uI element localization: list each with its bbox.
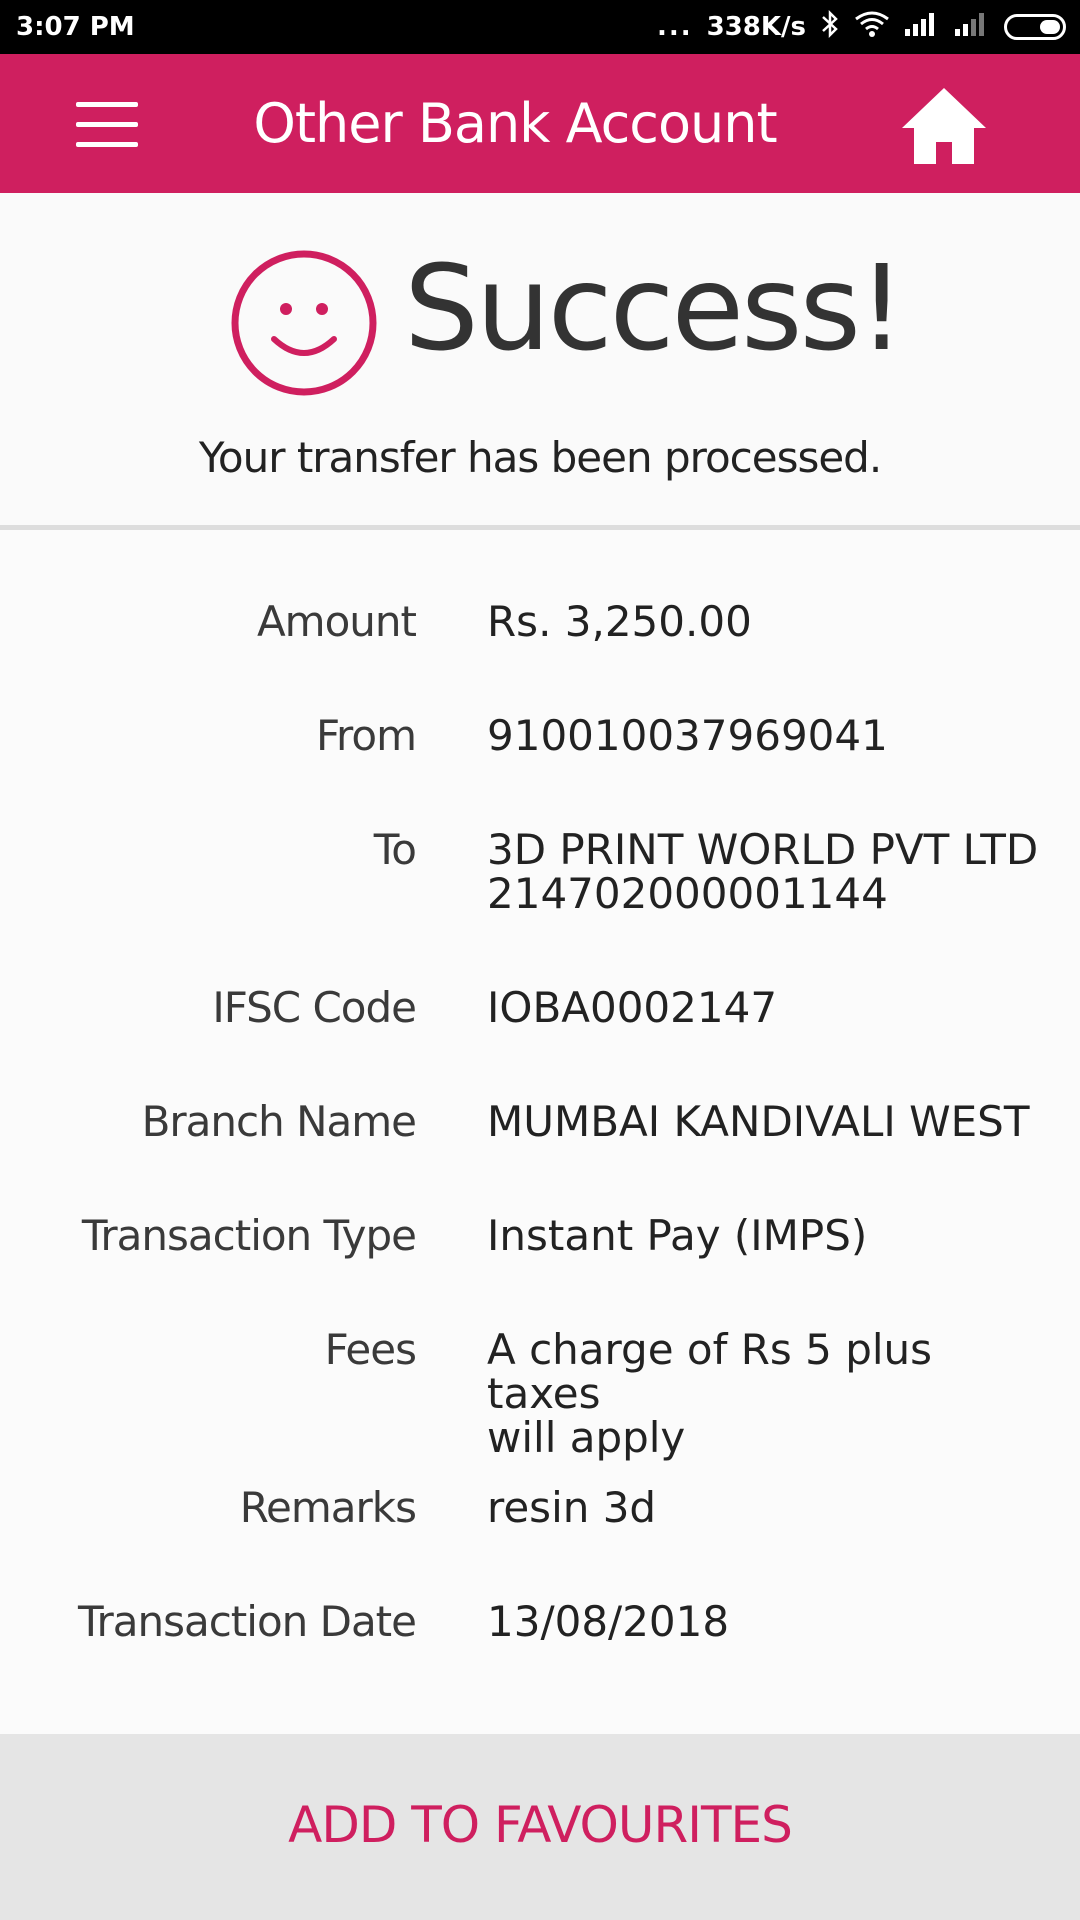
signal-weak-icon (954, 11, 990, 44)
detail-value: 13/08/2018 (487, 1600, 1047, 1644)
wifi-icon (854, 10, 890, 45)
app-header: Other Bank Account (0, 54, 1080, 193)
detail-value-line: Rs. 3,250.00 (487, 597, 752, 646)
detail-label: Fees (324, 1325, 417, 1374)
detail-value: MUMBAI KANDIVALI WEST (487, 1100, 1047, 1144)
hamburger-menu-icon[interactable] (76, 98, 138, 152)
success-message: Your transfer has been processed. (198, 433, 882, 482)
detail-value-line: Instant Pay (IMPS) (487, 1211, 868, 1260)
detail-value-line: 214702000001144 (487, 869, 888, 918)
detail-value: 3D PRINT WORLD PVT LTD 214702000001144 (487, 828, 1047, 916)
page-title: Other Bank Account (253, 92, 777, 155)
detail-value-line: MUMBAI KANDIVALI WEST (487, 1097, 1030, 1146)
detail-value-line: A charge of Rs 5 plus taxes (487, 1325, 933, 1418)
detail-value-line: resin 3d (487, 1483, 657, 1532)
detail-value-line: 13/08/2018 (487, 1597, 730, 1646)
screen: 3:07 PM ... 338K/s Other Bank Account Su… (0, 0, 1080, 1920)
notification-dots: ... (656, 12, 693, 42)
battery-icon (1004, 14, 1066, 40)
success-title: Success! (404, 239, 905, 377)
status-icons: ... 338K/s (656, 9, 1066, 46)
network-speed: 338K/s (706, 12, 806, 42)
status-bar: 3:07 PM ... 338K/s (0, 0, 1080, 54)
smiley-icon (230, 249, 378, 397)
detail-value-line: will apply (487, 1413, 686, 1462)
detail-label: From (315, 711, 417, 760)
detail-value-line: IOBA0002147 (487, 983, 778, 1032)
detail-value: IOBA0002147 (487, 986, 1047, 1030)
detail-label: Remarks (239, 1483, 417, 1532)
home-icon[interactable] (898, 82, 990, 172)
detail-label: To (373, 825, 417, 874)
signal-icon (904, 11, 940, 44)
detail-label: Amount (256, 597, 417, 646)
transfer-details: Amount Rs. 3,250.00 From 910010037969041… (0, 530, 1080, 1734)
detail-label: Transaction Date (77, 1597, 417, 1646)
detail-label: Transaction Type (81, 1211, 417, 1260)
bluetooth-icon (820, 9, 840, 46)
detail-value-line: 910010037969041 (487, 711, 888, 760)
add-to-favourites-button[interactable]: ADD TO FAVOURITES (0, 1734, 1080, 1920)
status-time: 3:07 PM (16, 12, 135, 42)
detail-value: Rs. 3,250.00 (487, 600, 1047, 644)
detail-value-line: 3D PRINT WORLD PVT LTD (487, 825, 1039, 874)
detail-value: Instant Pay (IMPS) (487, 1214, 1047, 1258)
detail-value: resin 3d (487, 1486, 1047, 1530)
detail-label: IFSC Code (212, 983, 417, 1032)
detail-label: Branch Name (141, 1097, 417, 1146)
detail-value: A charge of Rs 5 plus taxes will apply (487, 1328, 1047, 1460)
add-to-favourites-label: ADD TO FAVOURITES (288, 1796, 793, 1854)
detail-value: 910010037969041 (487, 714, 1047, 758)
success-banner: Success! Your transfer has been processe… (0, 193, 1080, 525)
